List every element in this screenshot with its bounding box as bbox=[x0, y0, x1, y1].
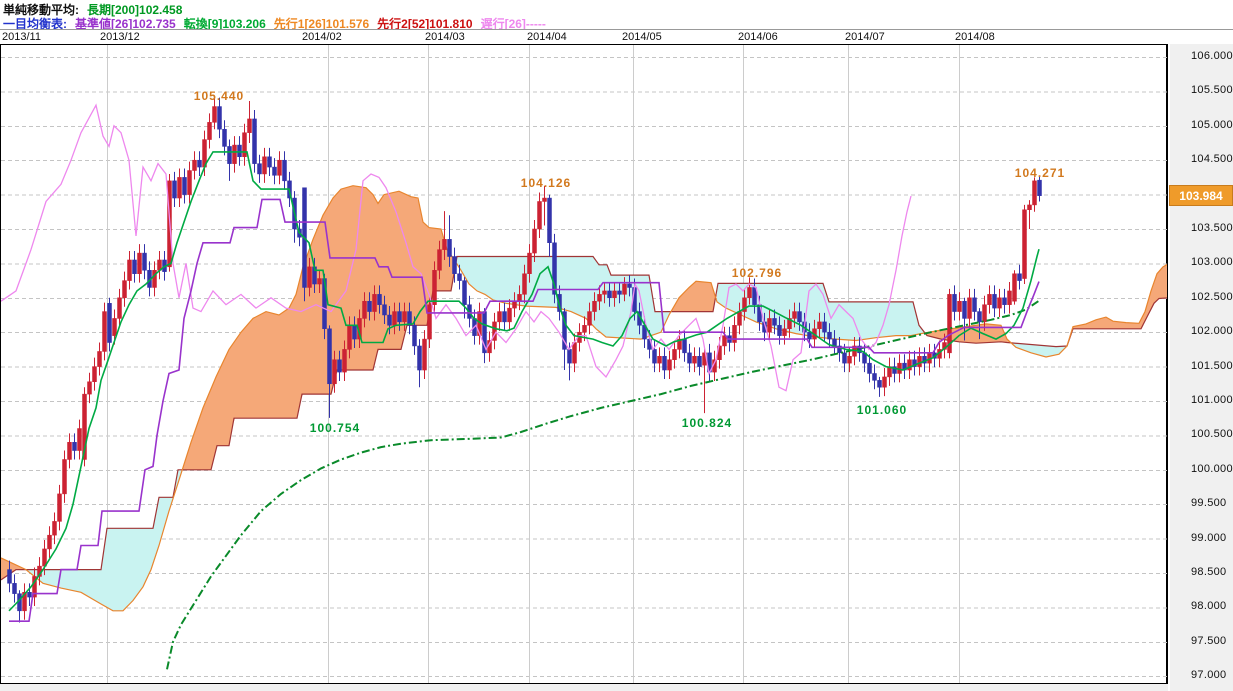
y-axis-label: 99.500 bbox=[1191, 497, 1226, 509]
y-axis-label: 100.000 bbox=[1191, 463, 1233, 475]
x-axis-label: 2014/02 bbox=[302, 31, 342, 43]
bottom-margin bbox=[0, 684, 1168, 691]
x-axis-label: 2014/05 bbox=[622, 31, 662, 43]
x-axis-label: 2013/11 bbox=[2, 31, 41, 43]
x-axis-label: 2014/04 bbox=[527, 31, 567, 43]
current-price-badge: 103.984 bbox=[1169, 185, 1233, 206]
y-axis-label: 103.500 bbox=[1191, 222, 1233, 234]
price-annotation: 104.126 bbox=[521, 176, 571, 190]
y-axis-label: 99.000 bbox=[1191, 532, 1226, 544]
x-axis-label: 2014/07 bbox=[845, 31, 885, 43]
price-annotation: 104.271 bbox=[1015, 166, 1065, 180]
y-axis-label: 105.000 bbox=[1191, 119, 1233, 131]
y-axis-label: 98.000 bbox=[1191, 600, 1226, 612]
y-axis-label: 98.500 bbox=[1191, 566, 1226, 578]
x-axis-label: 2014/08 bbox=[955, 31, 995, 43]
legend-header: 単純移動平均:長期[200]102.458 一目均衡表:基準値[26]102.7… bbox=[0, 0, 1233, 29]
x-axis-label: 2014/06 bbox=[738, 31, 778, 43]
price-annotation: 105.440 bbox=[194, 89, 244, 103]
y-axis-label: 103.000 bbox=[1191, 256, 1233, 268]
y-axis-label: 102.500 bbox=[1191, 291, 1233, 303]
y-axis: 106.000105.500105.000104.500104.000103.5… bbox=[1170, 44, 1233, 691]
price-annotation: 100.824 bbox=[682, 416, 732, 430]
price-annotation: 101.060 bbox=[857, 403, 907, 417]
price-annotation: 100.754 bbox=[310, 421, 360, 435]
chart-app: { "legend": { "line1_label": "単純移動平均:", … bbox=[0, 0, 1233, 691]
y-axis-label: 97.000 bbox=[1191, 669, 1226, 681]
y-axis-label: 100.500 bbox=[1191, 428, 1233, 440]
y-axis-label: 106.000 bbox=[1191, 50, 1233, 62]
price-annotation: 102.796 bbox=[732, 266, 782, 280]
y-axis-label: 102.000 bbox=[1191, 325, 1233, 337]
y-axis-label: 97.500 bbox=[1191, 635, 1226, 647]
y-axis-label: 101.000 bbox=[1191, 394, 1233, 406]
y-axis-label: 101.500 bbox=[1191, 360, 1233, 372]
chart-canvas[interactable] bbox=[1, 45, 1167, 683]
y-axis-label: 104.500 bbox=[1191, 153, 1233, 165]
x-axis-label: 2014/03 bbox=[425, 31, 465, 43]
x-axis: 2013/11 2013/12 2014/02 2014/03 2014/04 2014/… bbox=[0, 30, 1233, 44]
x-axis-label: 2013/12 bbox=[100, 31, 140, 43]
y-axis-label: 105.500 bbox=[1191, 84, 1233, 96]
